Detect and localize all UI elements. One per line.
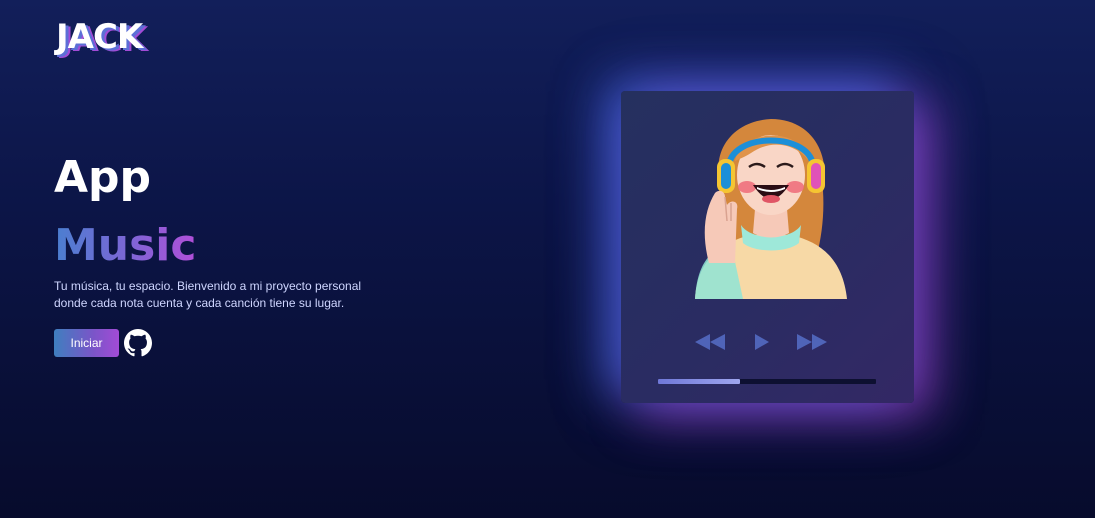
play-icon[interactable] — [753, 332, 771, 352]
music-player-card — [621, 91, 914, 403]
hero-description: Tu música, tu espacio. Bienvenido a mi p… — [54, 279, 362, 310]
start-button[interactable]: Iniciar — [54, 329, 119, 357]
hero-title-music: Music — [54, 220, 197, 271]
progress-bar-fill — [658, 379, 740, 384]
github-link[interactable] — [124, 329, 152, 357]
progress-bar[interactable] — [658, 379, 876, 384]
girl-with-headphones-illustration — [695, 119, 847, 299]
github-icon — [124, 329, 152, 357]
rewind-icon[interactable] — [693, 332, 727, 352]
brand-logo[interactable]: JACK — [56, 20, 143, 54]
hero-title-app: App — [54, 152, 152, 203]
fast-forward-icon[interactable] — [795, 332, 829, 352]
